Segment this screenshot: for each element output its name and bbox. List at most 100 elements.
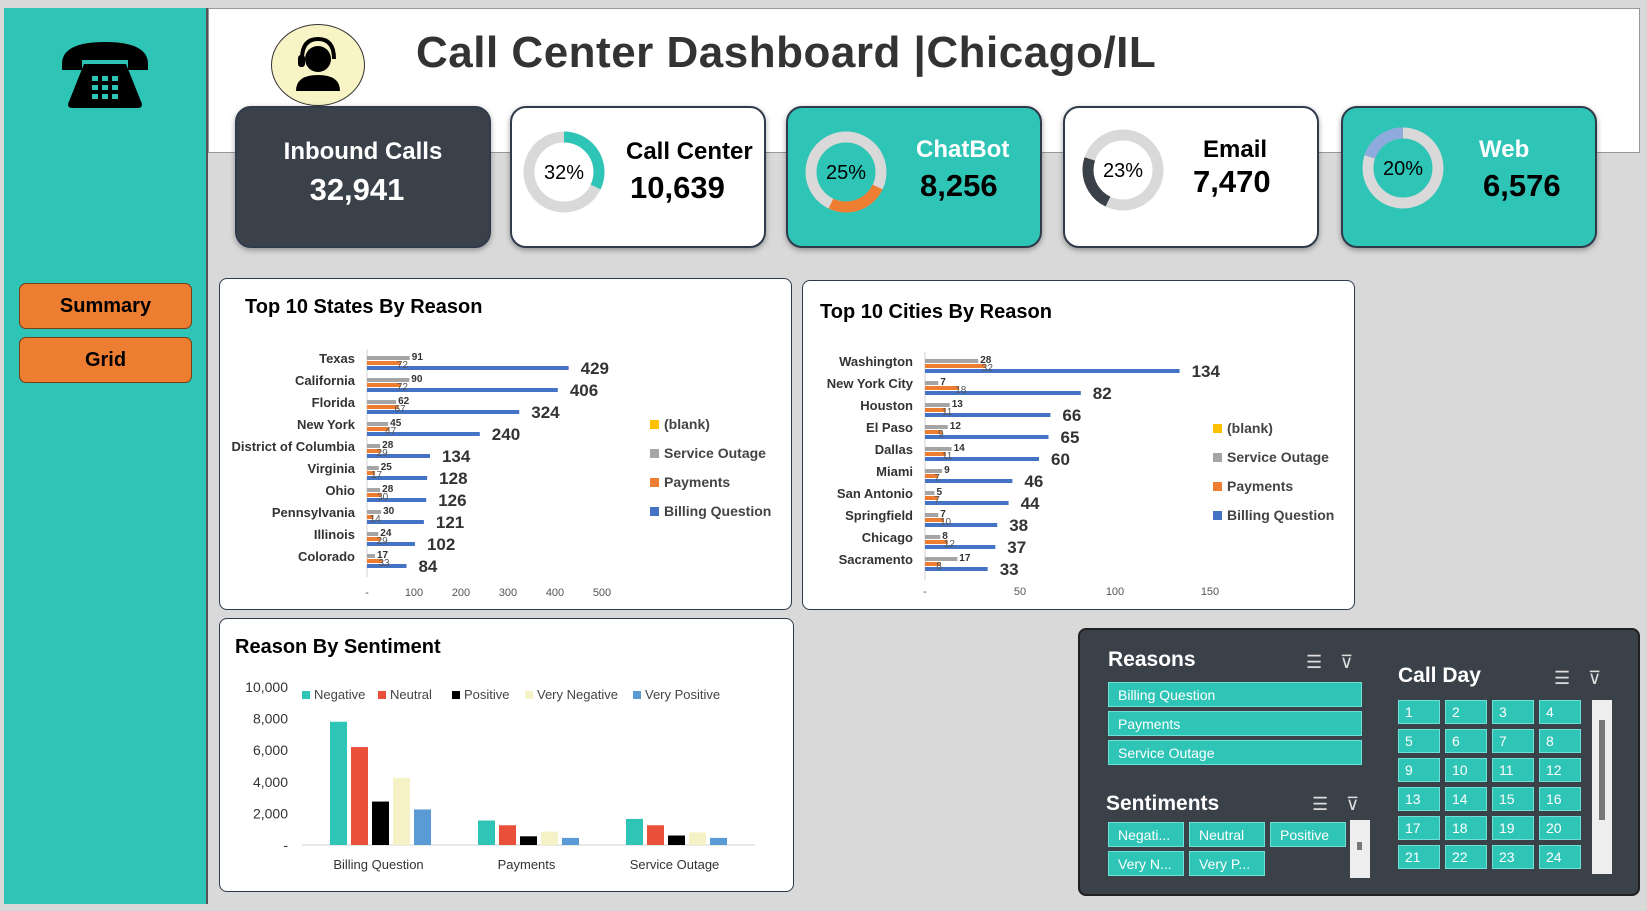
call-day-slicer-title: Call Day bbox=[1398, 664, 1481, 687]
call-day-14[interactable]: 14 bbox=[1445, 787, 1487, 811]
legend-swatch bbox=[650, 420, 659, 429]
donut-pct: 23% bbox=[1103, 160, 1143, 182]
data-label: 66 bbox=[1062, 406, 1081, 425]
data-label: 7 bbox=[940, 377, 946, 388]
multi-select-icon[interactable]: ☰ bbox=[1312, 794, 1328, 815]
data-label: 406 bbox=[570, 381, 598, 400]
sentiment-item-positive[interactable]: Positive bbox=[1270, 822, 1346, 847]
category-label: Sacramento bbox=[839, 552, 913, 567]
donut-pct: 25% bbox=[826, 162, 866, 184]
call-day-5[interactable]: 5 bbox=[1398, 729, 1440, 753]
call-day-21[interactable]: 21 bbox=[1398, 845, 1440, 869]
category-label: Washington bbox=[839, 354, 913, 369]
legend-label: Payments bbox=[1227, 478, 1293, 494]
call-day-17[interactable]: 17 bbox=[1398, 816, 1440, 840]
grid-button[interactable]: Grid bbox=[19, 337, 192, 383]
call-day-10[interactable]: 10 bbox=[1445, 758, 1487, 782]
call-day-2[interactable]: 2 bbox=[1445, 700, 1487, 724]
tick-label: 400 bbox=[546, 587, 564, 599]
data-label: 8 bbox=[936, 561, 942, 572]
data-label: 128 bbox=[439, 469, 467, 488]
data-label: 324 bbox=[531, 403, 560, 422]
legend-swatch bbox=[633, 691, 641, 699]
sentiments-scrollbar[interactable] bbox=[1350, 820, 1370, 878]
sentiment-item-very-negative[interactable]: Very N... bbox=[1108, 851, 1184, 876]
category-label: California bbox=[295, 373, 356, 388]
call-day-1[interactable]: 1 bbox=[1398, 700, 1440, 724]
category-label: Ohio bbox=[325, 483, 355, 498]
sentiment-panel: Reason By Sentiment 10,000 8,000 6,000 4,00… bbox=[219, 618, 794, 892]
call-day-scrollbar[interactable] bbox=[1592, 700, 1612, 874]
page-title: Call Center Dashboard |Chicago/IL bbox=[416, 28, 1157, 77]
bar-payments bbox=[367, 383, 401, 387]
summary-button[interactable]: Summary bbox=[19, 283, 192, 329]
call-day-4[interactable]: 4 bbox=[1539, 700, 1581, 724]
sentiment-item-negative[interactable]: Negati... bbox=[1108, 822, 1184, 847]
email-donut: 23% bbox=[1082, 129, 1164, 211]
bar-positive bbox=[372, 801, 389, 845]
kpi-value: 6,576 bbox=[1483, 168, 1561, 203]
clear-filter-icon[interactable]: ⊽ bbox=[1588, 668, 1601, 689]
donut-pct: 32% bbox=[544, 162, 584, 184]
category-label: Miami bbox=[876, 464, 913, 479]
data-label: 429 bbox=[581, 359, 609, 378]
data-label: 72 bbox=[397, 382, 409, 393]
call-day-23[interactable]: 23 bbox=[1492, 845, 1534, 869]
data-label: 12 bbox=[950, 421, 962, 432]
data-label: 14 bbox=[370, 514, 382, 525]
call-day-15[interactable]: 15 bbox=[1492, 787, 1534, 811]
bar-neutral bbox=[647, 825, 664, 845]
tick-label: - bbox=[923, 586, 927, 598]
agent-headset-icon bbox=[296, 36, 340, 91]
data-label: 72 bbox=[397, 360, 409, 371]
call-day-16[interactable]: 16 bbox=[1539, 787, 1581, 811]
call-day-7[interactable]: 7 bbox=[1492, 729, 1534, 753]
call-day-22[interactable]: 22 bbox=[1445, 845, 1487, 869]
data-label: 134 bbox=[1192, 362, 1221, 381]
bar-very-negative bbox=[393, 777, 410, 845]
phone-icon bbox=[62, 42, 148, 108]
kpi-label: Web bbox=[1479, 136, 1530, 163]
legend-label: (blank) bbox=[1227, 420, 1273, 436]
multi-select-icon[interactable]: ☰ bbox=[1306, 652, 1322, 673]
call-day-19[interactable]: 19 bbox=[1492, 816, 1534, 840]
call-day-18[interactable]: 18 bbox=[1445, 816, 1487, 840]
data-label: 18 bbox=[955, 385, 967, 396]
sidebar bbox=[4, 8, 208, 904]
data-label: 65 bbox=[1061, 428, 1080, 447]
bar-payments bbox=[367, 361, 401, 365]
data-label: 33 bbox=[1000, 560, 1019, 579]
data-label: 11 bbox=[942, 407, 953, 418]
kpi-label: Call Center bbox=[626, 138, 753, 165]
call-day-24[interactable]: 24 bbox=[1539, 845, 1581, 869]
sentiment-item-very-positive[interactable]: Very P... bbox=[1189, 851, 1265, 876]
call-day-9[interactable]: 9 bbox=[1398, 758, 1440, 782]
data-label: 30 bbox=[377, 492, 389, 503]
sentiment-item-neutral[interactable]: Neutral bbox=[1189, 822, 1265, 847]
reason-item-service-outage[interactable]: Service Outage bbox=[1108, 740, 1362, 765]
category-label: Springfield bbox=[845, 508, 913, 523]
data-label: 10 bbox=[940, 517, 952, 528]
call-day-11[interactable]: 11 bbox=[1492, 758, 1534, 782]
tick-label: 50 bbox=[1014, 586, 1026, 598]
reason-item-billing[interactable]: Billing Question bbox=[1108, 682, 1362, 707]
kpi-label: ChatBot bbox=[916, 136, 1010, 163]
bar-payments bbox=[925, 364, 986, 368]
call-day-13[interactable]: 13 bbox=[1398, 787, 1440, 811]
category-label: Virginia bbox=[308, 461, 356, 476]
call-day-3[interactable]: 3 bbox=[1492, 700, 1534, 724]
call-day-8[interactable]: 8 bbox=[1539, 729, 1581, 753]
data-label: 126 bbox=[438, 491, 466, 510]
clear-filter-icon[interactable]: ⊽ bbox=[1346, 794, 1359, 815]
call-day-20[interactable]: 20 bbox=[1539, 816, 1581, 840]
category-label: Payments bbox=[498, 857, 556, 872]
category-label: Billing Question bbox=[333, 857, 423, 872]
call-day-6[interactable]: 6 bbox=[1445, 729, 1487, 753]
reason-item-payments[interactable]: Payments bbox=[1108, 711, 1362, 736]
category-label: Houston bbox=[860, 398, 913, 413]
call-day-12[interactable]: 12 bbox=[1539, 758, 1581, 782]
multi-select-icon[interactable]: ☰ bbox=[1554, 668, 1570, 689]
kpi-value: 7,470 bbox=[1193, 164, 1271, 199]
bar-billing bbox=[367, 388, 558, 392]
clear-filter-icon[interactable]: ⊽ bbox=[1340, 652, 1353, 673]
